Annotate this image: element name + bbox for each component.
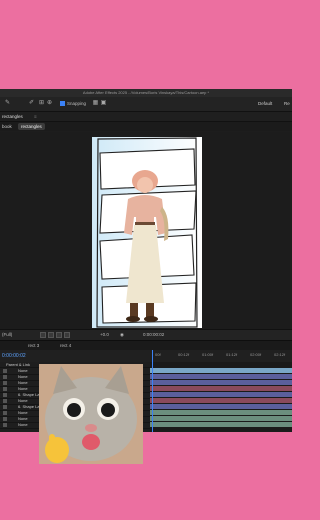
workspace-next[interactable]: Re [284, 100, 290, 108]
snapping-checkbox[interactable] [60, 101, 65, 106]
mask-toggle-icon[interactable] [56, 332, 62, 338]
toolbar: ✎ ✐ ⊞ ⊕ Snapping ▦ ▣ Default Re [0, 97, 292, 112]
ruler-tick: 01:12f [226, 352, 238, 357]
composition-tab[interactable]: rectangles [2, 113, 23, 120]
window-title: Adobe After Effects 2025 - /Volumes/Bori… [0, 89, 292, 97]
tab-rect-3[interactable]: rect 3 [28, 342, 39, 349]
breadcrumb-rectangles[interactable]: rectangles [18, 123, 45, 130]
camera-icon[interactable]: ◉ [120, 331, 124, 339]
anchor-icon[interactable]: ⊕ [46, 100, 53, 107]
timeline-header: 0:00:00:02 00f 00:12f 01:00f 01:12f 02:0… [0, 350, 292, 362]
breadcrumb: book rectangles [0, 122, 292, 131]
layer-visibility-icon[interactable] [3, 411, 7, 415]
snapping-label: Snapping [67, 101, 87, 106]
current-time[interactable]: 0:00:00:02 [2, 352, 26, 360]
composition-canvas[interactable] [92, 137, 202, 328]
composition-viewer[interactable] [0, 132, 292, 329]
timeline-tabs: rect 3 rect 4 [0, 340, 292, 350]
pointer-icon[interactable]: ✎ [4, 100, 11, 107]
viewer-timecode[interactable]: 0:00:00:02 [143, 331, 164, 339]
viewer-controls: (Full) +0.0 ◉ 0:00:00:02 [0, 329, 292, 340]
ruler-tick: 02:00f [250, 352, 262, 357]
transparency-icon[interactable] [64, 332, 70, 338]
panel-menu-icon[interactable]: ≡ [34, 113, 37, 120]
canvas-artwork [92, 137, 202, 328]
layer-duration-bar[interactable] [150, 380, 292, 385]
exposure-value[interactable]: +0.0 [100, 331, 109, 339]
tab-rect-4[interactable]: rect 4 [60, 342, 71, 349]
layer-visibility-icon[interactable] [3, 393, 7, 397]
layer-duration-bar[interactable] [150, 410, 292, 415]
ruler-tick: 01:00f [202, 352, 214, 357]
layer-visibility-icon[interactable] [3, 405, 7, 409]
grid-toggle-icon[interactable] [48, 332, 54, 338]
layer-duration-bar[interactable] [150, 386, 292, 391]
layer-duration-bar[interactable] [150, 404, 292, 409]
layer-visibility-icon[interactable] [3, 399, 7, 403]
layer-visibility-icon[interactable] [3, 375, 7, 379]
layer-bars [150, 362, 292, 432]
layer-duration-bar[interactable] [150, 416, 292, 421]
composition-panel-header: rectangles ≡ [0, 112, 292, 122]
layer-visibility-icon[interactable] [3, 387, 7, 391]
zoom-dropdown[interactable]: (Full) [2, 331, 12, 339]
region-icon[interactable] [40, 332, 46, 338]
layer-duration-bar[interactable] [150, 368, 292, 373]
playhead[interactable] [152, 350, 153, 432]
workspace-default[interactable]: Default [258, 100, 272, 108]
layer-visibility-icon[interactable] [3, 423, 7, 427]
grid-icon[interactable]: ⊞ [38, 100, 45, 107]
snap-option-icon[interactable]: ▦ [92, 100, 99, 107]
ruler-tick: 00f [155, 352, 161, 357]
pen-icon[interactable]: ✐ [28, 100, 35, 107]
layer-duration-bar[interactable] [150, 374, 292, 379]
layer-duration-bar[interactable] [150, 422, 292, 427]
layer-duration-bar[interactable] [150, 398, 292, 403]
snap-option-icon[interactable]: ▣ [100, 100, 107, 107]
cat-sticker [39, 364, 143, 464]
ruler-tick: 02:12f [274, 352, 286, 357]
layer-visibility-icon[interactable] [3, 417, 7, 421]
layer-duration-bar[interactable] [150, 392, 292, 397]
breadcrumb-book[interactable]: book [2, 123, 12, 130]
layer-visibility-icon[interactable] [3, 369, 7, 373]
layer-visibility-icon[interactable] [3, 381, 7, 385]
layer-name: None [18, 422, 28, 427]
ruler-tick: 00:12f [178, 352, 190, 357]
